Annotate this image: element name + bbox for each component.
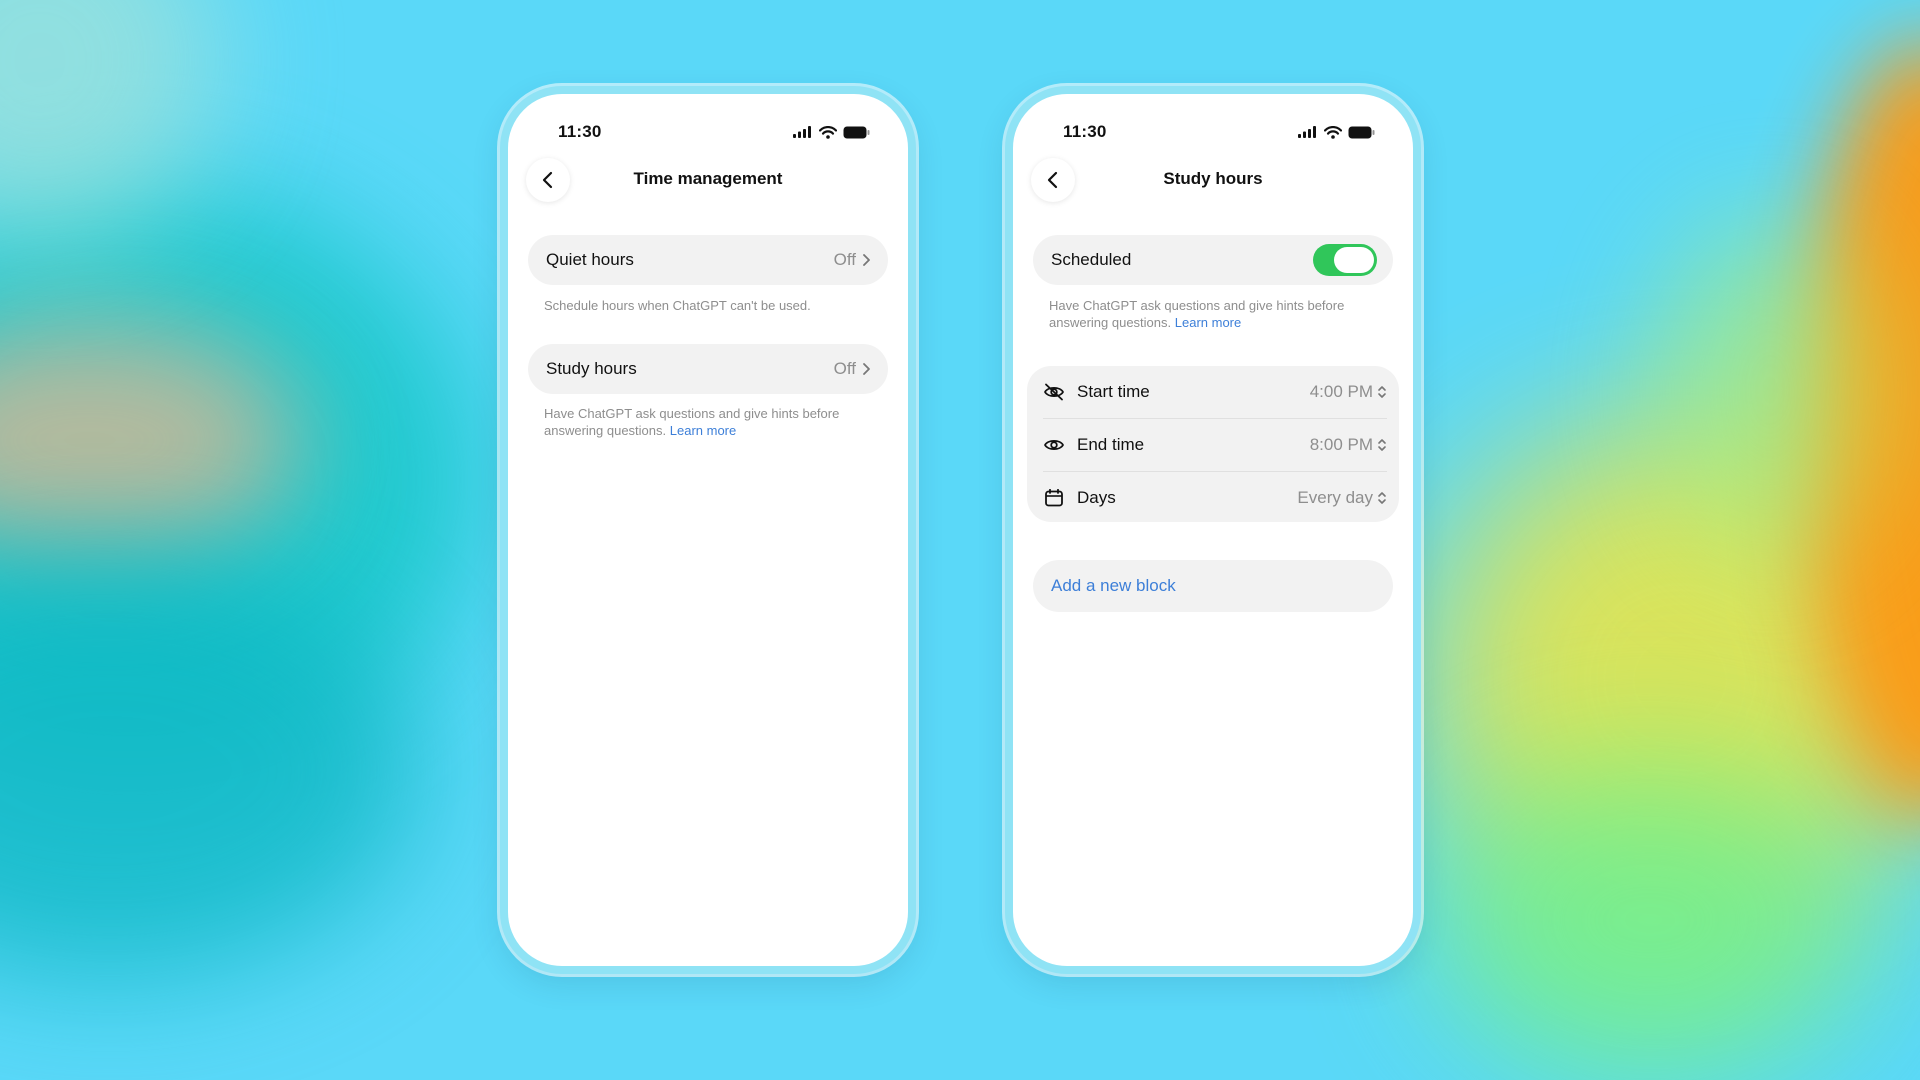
scheduled-row: Scheduled [1033,235,1393,285]
battery-icon [843,126,870,138]
quiet-hours-value: Off [833,250,856,269]
chevron-up-down-icon [1378,492,1386,504]
start-time-row[interactable]: Start time 4:00 PM [1043,366,1387,419]
start-time-value: 4:00 PM [1309,382,1373,401]
status-bar: 11:30 [558,122,870,142]
learn-more-link[interactable]: Learn more [1175,315,1241,330]
study-hours-row[interactable]: Study hours Off [528,344,888,394]
eye-slash-icon [1044,383,1064,401]
toggle-knob [1334,247,1374,273]
nav-bar: Study hours [1025,156,1401,204]
quiet-hours-label: Quiet hours [546,250,634,269]
quiet-hours-caption: Schedule hours when ChatGPT can't be use… [544,298,811,313]
cellular-signal-icon [1298,126,1316,138]
status-icons [793,125,870,139]
background-blob [1660,220,1880,560]
status-time: 11:30 [558,122,602,141]
end-time-row[interactable]: End time 8:00 PM [1043,419,1387,472]
scheduled-toggle[interactable] [1313,244,1377,276]
days-label: Days [1077,488,1116,507]
background [0,0,1920,1080]
end-time-label: End time [1077,435,1145,454]
background-blob [1440,760,1860,1080]
page-title: Study hours [1163,169,1263,188]
eye-icon [1044,439,1064,451]
schedule-settings-group: Start time 4:00 PM End time 8:00 PM Days [1027,366,1399,522]
nav-bar: Time management [520,156,896,204]
cellular-signal-icon [793,126,811,138]
study-hours-value: Off [833,359,856,378]
quiet-hours-row[interactable]: Quiet hours Off [528,235,888,285]
days-row[interactable]: Days Every day [1043,472,1387,524]
page-title: Time management [633,169,783,188]
chevron-up-down-icon [1378,439,1386,451]
start-time-label: Start time [1077,382,1150,401]
study-hours-caption: Have ChatGPT ask questions and give hint… [544,405,864,439]
phone-study-hours: 11:30 Study hours Scheduled Have ChatGPT… [1005,86,1421,974]
scheduled-caption: Have ChatGPT ask questions and give hint… [1049,297,1369,331]
status-icons [1298,125,1375,139]
chevron-right-icon [863,363,870,375]
days-value: Every day [1297,488,1373,507]
chevron-right-icon [863,254,870,266]
scheduled-label: Scheduled [1051,250,1132,269]
phone-time-management: 11:30 Time management Quiet hours Off Sc… [500,86,916,974]
status-bar: 11:30 [1063,122,1375,142]
end-time-value: 8:00 PM [1309,435,1373,454]
battery-icon [1348,126,1375,138]
learn-more-link[interactable]: Learn more [670,423,736,438]
chevron-up-down-icon [1378,386,1386,398]
add-new-block-button[interactable]: Add a new block [1033,560,1393,612]
wifi-icon [1324,125,1342,139]
status-time: 11:30 [1063,122,1107,141]
study-hours-label: Study hours [546,359,637,378]
wifi-icon [819,125,837,139]
calendar-icon [1045,489,1063,507]
